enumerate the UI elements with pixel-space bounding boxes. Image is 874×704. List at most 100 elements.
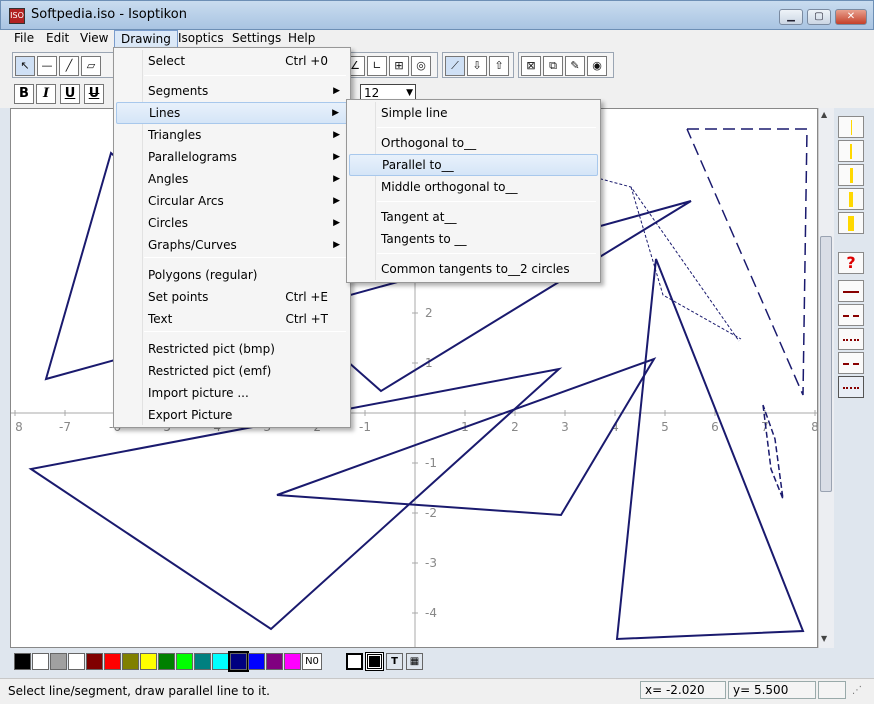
lines-submenu-item-simple-line[interactable]: Simple line <box>349 102 598 124</box>
drawing-menu-item-text[interactable]: Text Ctrl +T <box>116 308 348 330</box>
line-dashdot-icon[interactable] <box>838 352 864 374</box>
color-swatch[interactable] <box>284 653 301 670</box>
drawing-menu-item-polygons-regular[interactable]: Polygons (regular) <box>116 264 348 286</box>
drawing-menu-item-circular-arcs[interactable]: Circular Arcs ▶ <box>116 190 348 212</box>
midpoint-tool-icon[interactable]: ⊞ <box>389 56 409 76</box>
color-swatch[interactable] <box>158 653 175 670</box>
drawing-menu-item-graphs-curves[interactable]: Graphs/Curves ▶ <box>116 234 348 256</box>
submenu-item-label: Orthogonal to__ <box>381 136 477 150</box>
lines-submenu-item-tangents-to[interactable]: Tangents to __ <box>349 228 598 250</box>
filled-mode-icon[interactable] <box>365 652 384 671</box>
lines-submenu-item-orthogonal-to[interactable]: Orthogonal to__ <box>349 132 598 154</box>
status-bar: Select line/segment, draw parallel line … <box>0 678 874 704</box>
menu-settings[interactable]: Settings <box>226 30 287 48</box>
move-down-icon[interactable]: ⇩ <box>467 56 487 76</box>
color-swatch[interactable] <box>140 653 157 670</box>
resize-grip-icon[interactable]: ⋰ <box>852 685 862 696</box>
line-dashed-icon[interactable] <box>838 304 864 326</box>
drawing-menu-item-triangles[interactable]: Triangles ▶ <box>116 124 348 146</box>
x-tick-label: -7 <box>59 420 71 434</box>
menu-drawing[interactable]: Drawing <box>114 30 178 48</box>
drawing-menu-item-angles[interactable]: Angles ▶ <box>116 168 348 190</box>
lines-submenu-item-tangent-at[interactable]: Tangent at__ <box>349 206 598 228</box>
drawing-menu-item-set-points[interactable]: Set points Ctrl +E <box>116 286 348 308</box>
line-dashdotdot-icon[interactable] <box>838 376 864 398</box>
line-width-4-icon[interactable] <box>838 188 864 210</box>
menu-isoptics[interactable]: Isoptics <box>172 30 230 48</box>
drawing-menu-item-segments[interactable]: Segments ▶ <box>116 80 348 102</box>
line-width-5-icon[interactable] <box>838 212 864 234</box>
submenu-item-label: Common tangents to__2 circles <box>381 262 570 276</box>
move-up-icon[interactable]: ⇧ <box>489 56 509 76</box>
drawing-menu-item-restricted-pict-emf[interactable]: Restricted pict (emf) <box>116 360 348 382</box>
drawing-menu-item-parallelograms[interactable]: Parallelograms ▶ <box>116 146 348 168</box>
color-swatch[interactable] <box>32 653 49 670</box>
color-swatch[interactable] <box>194 653 211 670</box>
submenu-arrow-icon: ▶ <box>333 218 340 228</box>
menu-help[interactable]: Help <box>282 30 321 48</box>
parallelogram-tool-icon[interactable]: ▱ <box>81 56 101 76</box>
menu-edit[interactable]: Edit <box>40 30 75 48</box>
color-swatch[interactable] <box>228 651 249 672</box>
segment-tool-icon[interactable]: — <box>37 56 57 76</box>
x-tick-label: 8 <box>811 420 818 434</box>
strikethrough-button[interactable]: U <box>84 84 104 104</box>
outline-mode-icon[interactable] <box>346 653 363 670</box>
grid-mode-icon[interactable]: ▦ <box>406 653 423 670</box>
menu-file[interactable]: File <box>8 30 40 48</box>
line-solid-icon[interactable] <box>838 280 864 302</box>
drawing-menu-item-export-picture[interactable]: Export Picture <box>116 404 348 426</box>
italic-button[interactable]: I <box>36 84 56 104</box>
edit-tool-icon[interactable]: ✎ <box>565 56 585 76</box>
line-tool-icon[interactable]: ╱ <box>59 56 79 76</box>
minimize-button[interactable]: ▁ <box>779 9 803 25</box>
maximize-button[interactable]: ▢ <box>807 9 831 25</box>
delete-tool-icon[interactable]: ⊠ <box>521 56 541 76</box>
bold-button[interactable]: B <box>14 84 34 104</box>
lines-submenu-item-common-tangents-to-2-circles[interactable]: Common tangents to__2 circles <box>349 258 598 280</box>
color-swatch[interactable] <box>266 653 283 670</box>
line-width-1-icon[interactable] <box>838 116 864 138</box>
shape-dashed-triangle <box>686 128 808 396</box>
color-swatch[interactable] <box>122 653 139 670</box>
color-swatch[interactable] <box>14 653 31 670</box>
line-width-3-icon[interactable] <box>838 164 864 186</box>
submenu-separator <box>377 127 596 128</box>
drawing-menu-item-import-picture[interactable]: Import picture ... <box>116 382 348 404</box>
drawing-menu-item-lines[interactable]: Lines ▶ <box>116 102 348 124</box>
circle-tool-icon[interactable]: ◎ <box>411 56 431 76</box>
color-swatch[interactable] <box>104 653 121 670</box>
y-tick-label: -1 <box>425 456 437 470</box>
tool-group-constructs: ∠ ∟ ⊞ ◎ <box>342 52 438 78</box>
fill-tool-icon[interactable]: ◉ <box>587 56 607 76</box>
scrollbar-thumb[interactable] <box>820 236 832 492</box>
text-mode-icon[interactable]: T <box>386 653 403 670</box>
lines-submenu-item-parallel-to[interactable]: Parallel to__ <box>349 154 598 176</box>
scroll-up-icon[interactable]: ▲ <box>821 110 827 119</box>
underline-button[interactable]: U <box>60 84 80 104</box>
color-swatch[interactable] <box>50 653 67 670</box>
color-swatch[interactable] <box>176 653 193 670</box>
color-swatch[interactable] <box>86 653 103 670</box>
line-dotted-icon[interactable] <box>838 328 864 350</box>
line-width-2-icon[interactable] <box>838 140 864 162</box>
color-swatch[interactable] <box>68 653 85 670</box>
no-color-swatch[interactable]: N0 <box>302 653 322 670</box>
isoptic-tool-icon[interactable]: ⟋ <box>445 56 465 76</box>
lines-submenu-item-middle-orthogonal-to[interactable]: Middle orthogonal to__ <box>349 176 598 198</box>
angle2-tool-icon[interactable]: ∟ <box>367 56 387 76</box>
close-button[interactable]: ✕ <box>835 9 867 25</box>
drawing-menu-item-restricted-pict-bmp[interactable]: Restricted pict (bmp) <box>116 338 348 360</box>
color-swatch[interactable] <box>248 653 265 670</box>
drawing-menu-item-circles[interactable]: Circles ▶ <box>116 212 348 234</box>
copy-tool-icon[interactable]: ⧉ <box>543 56 563 76</box>
help-question-icon[interactable]: ? <box>838 252 864 274</box>
scroll-down-icon[interactable]: ▼ <box>821 634 827 643</box>
submenu-arrow-icon: ▶ <box>333 86 340 96</box>
shape-triangle-right <box>615 258 805 641</box>
select-tool-icon[interactable]: ↖ <box>15 56 35 76</box>
drawing-menu-item-select[interactable]: Select Ctrl +0 <box>116 50 348 72</box>
x-tick-label: -1 <box>359 420 371 434</box>
color-swatch[interactable] <box>212 653 229 670</box>
menu-view[interactable]: View <box>74 30 114 48</box>
